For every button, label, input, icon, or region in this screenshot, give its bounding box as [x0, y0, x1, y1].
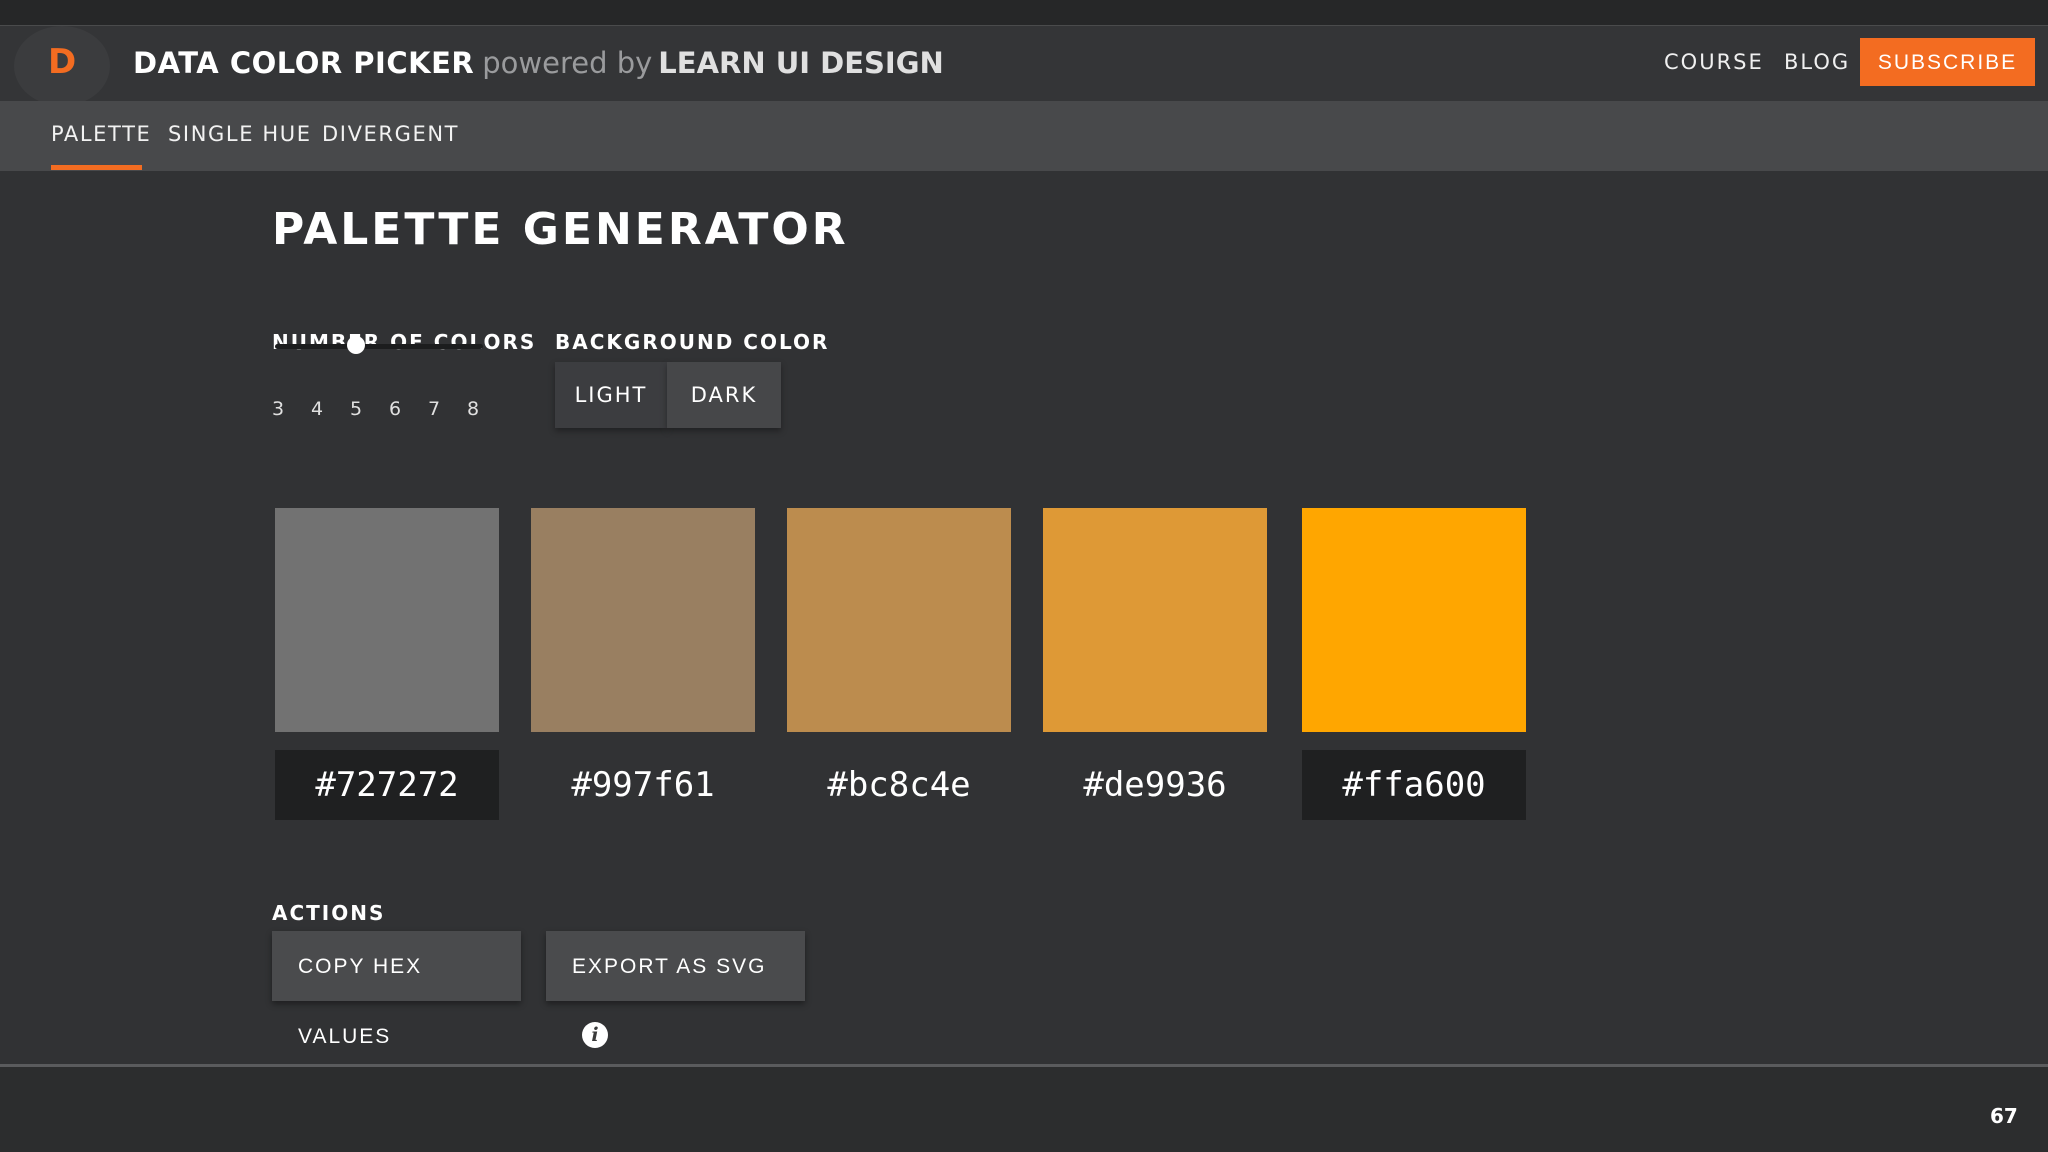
info-icon[interactable]: i: [582, 1022, 608, 1049]
active-tab-indicator: [51, 165, 142, 170]
number-of-colors-label: NUMBER OF COLORS: [272, 330, 537, 354]
logo-icon: D: [48, 42, 77, 82]
background-color-label: BACKGROUND COLOR: [555, 330, 830, 354]
dark-background-button[interactable]: DARK: [667, 362, 781, 428]
color-swatch[interactable]: [531, 508, 755, 732]
hex-value[interactable]: #ffa600: [1302, 750, 1526, 820]
color-swatch[interactable]: [787, 508, 1011, 732]
brand-name: LEARN UI DESIGN: [658, 46, 944, 80]
slider-tick-label[interactable]: 4: [307, 398, 327, 420]
app-title: DATA COLOR PICKER: [133, 46, 475, 80]
copy-hex-values-button[interactable]: COPY HEX VALUES: [272, 931, 521, 1048]
course-link[interactable]: COURSE: [1664, 50, 1764, 74]
slider-tick-label[interactable]: 3: [268, 398, 288, 420]
actions-label: ACTIONS: [272, 901, 386, 925]
hex-value[interactable]: #de9936: [1043, 750, 1267, 820]
number-of-colors-slider[interactable]: [275, 344, 483, 349]
header-bar: D DATA COLOR PICKER powered by LEARN UI DE…: [0, 26, 2048, 106]
tab-single-hue[interactable]: SINGLE HUE: [168, 122, 312, 146]
slider-tick-label[interactable]: 7: [424, 398, 444, 420]
hex-value[interactable]: #997f61: [531, 750, 755, 820]
page-number: 67: [1990, 1104, 2018, 1128]
tab-divergent[interactable]: DIVERGENT: [322, 122, 459, 146]
powered-by-text: powered by: [482, 46, 653, 80]
slider-tick-label[interactable]: 8: [463, 398, 483, 420]
brand-title[interactable]: DATA COLOR PICKER powered by LEARN UI DESI…: [133, 46, 944, 80]
tab-bar: PALETTE SINGLE HUE DIVERGENT: [0, 101, 2048, 171]
blog-link[interactable]: BLOG: [1784, 50, 1850, 74]
hex-value[interactable]: #727272: [275, 750, 499, 820]
page-title: PALETTE GENERATOR: [272, 204, 849, 255]
top-strip: [0, 0, 2048, 27]
slider-tick-label[interactable]: 5: [346, 398, 366, 420]
subscribe-button[interactable]: SUBSCRIBE: [1860, 38, 2035, 86]
color-swatch[interactable]: [1302, 508, 1526, 732]
tab-palette[interactable]: PALETTE: [51, 122, 151, 146]
slider-tick-label[interactable]: 6: [385, 398, 405, 420]
export-svg-label: EXPORT AS SVG: [572, 955, 767, 978]
light-background-button[interactable]: LIGHT: [555, 362, 667, 428]
slider-thumb[interactable]: [347, 336, 365, 354]
color-swatch[interactable]: [275, 508, 499, 732]
color-swatch[interactable]: [1043, 508, 1267, 732]
hex-value[interactable]: #bc8c4e: [787, 750, 1011, 820]
export-svg-button[interactable]: EXPORT AS SVG i: [546, 931, 805, 1049]
